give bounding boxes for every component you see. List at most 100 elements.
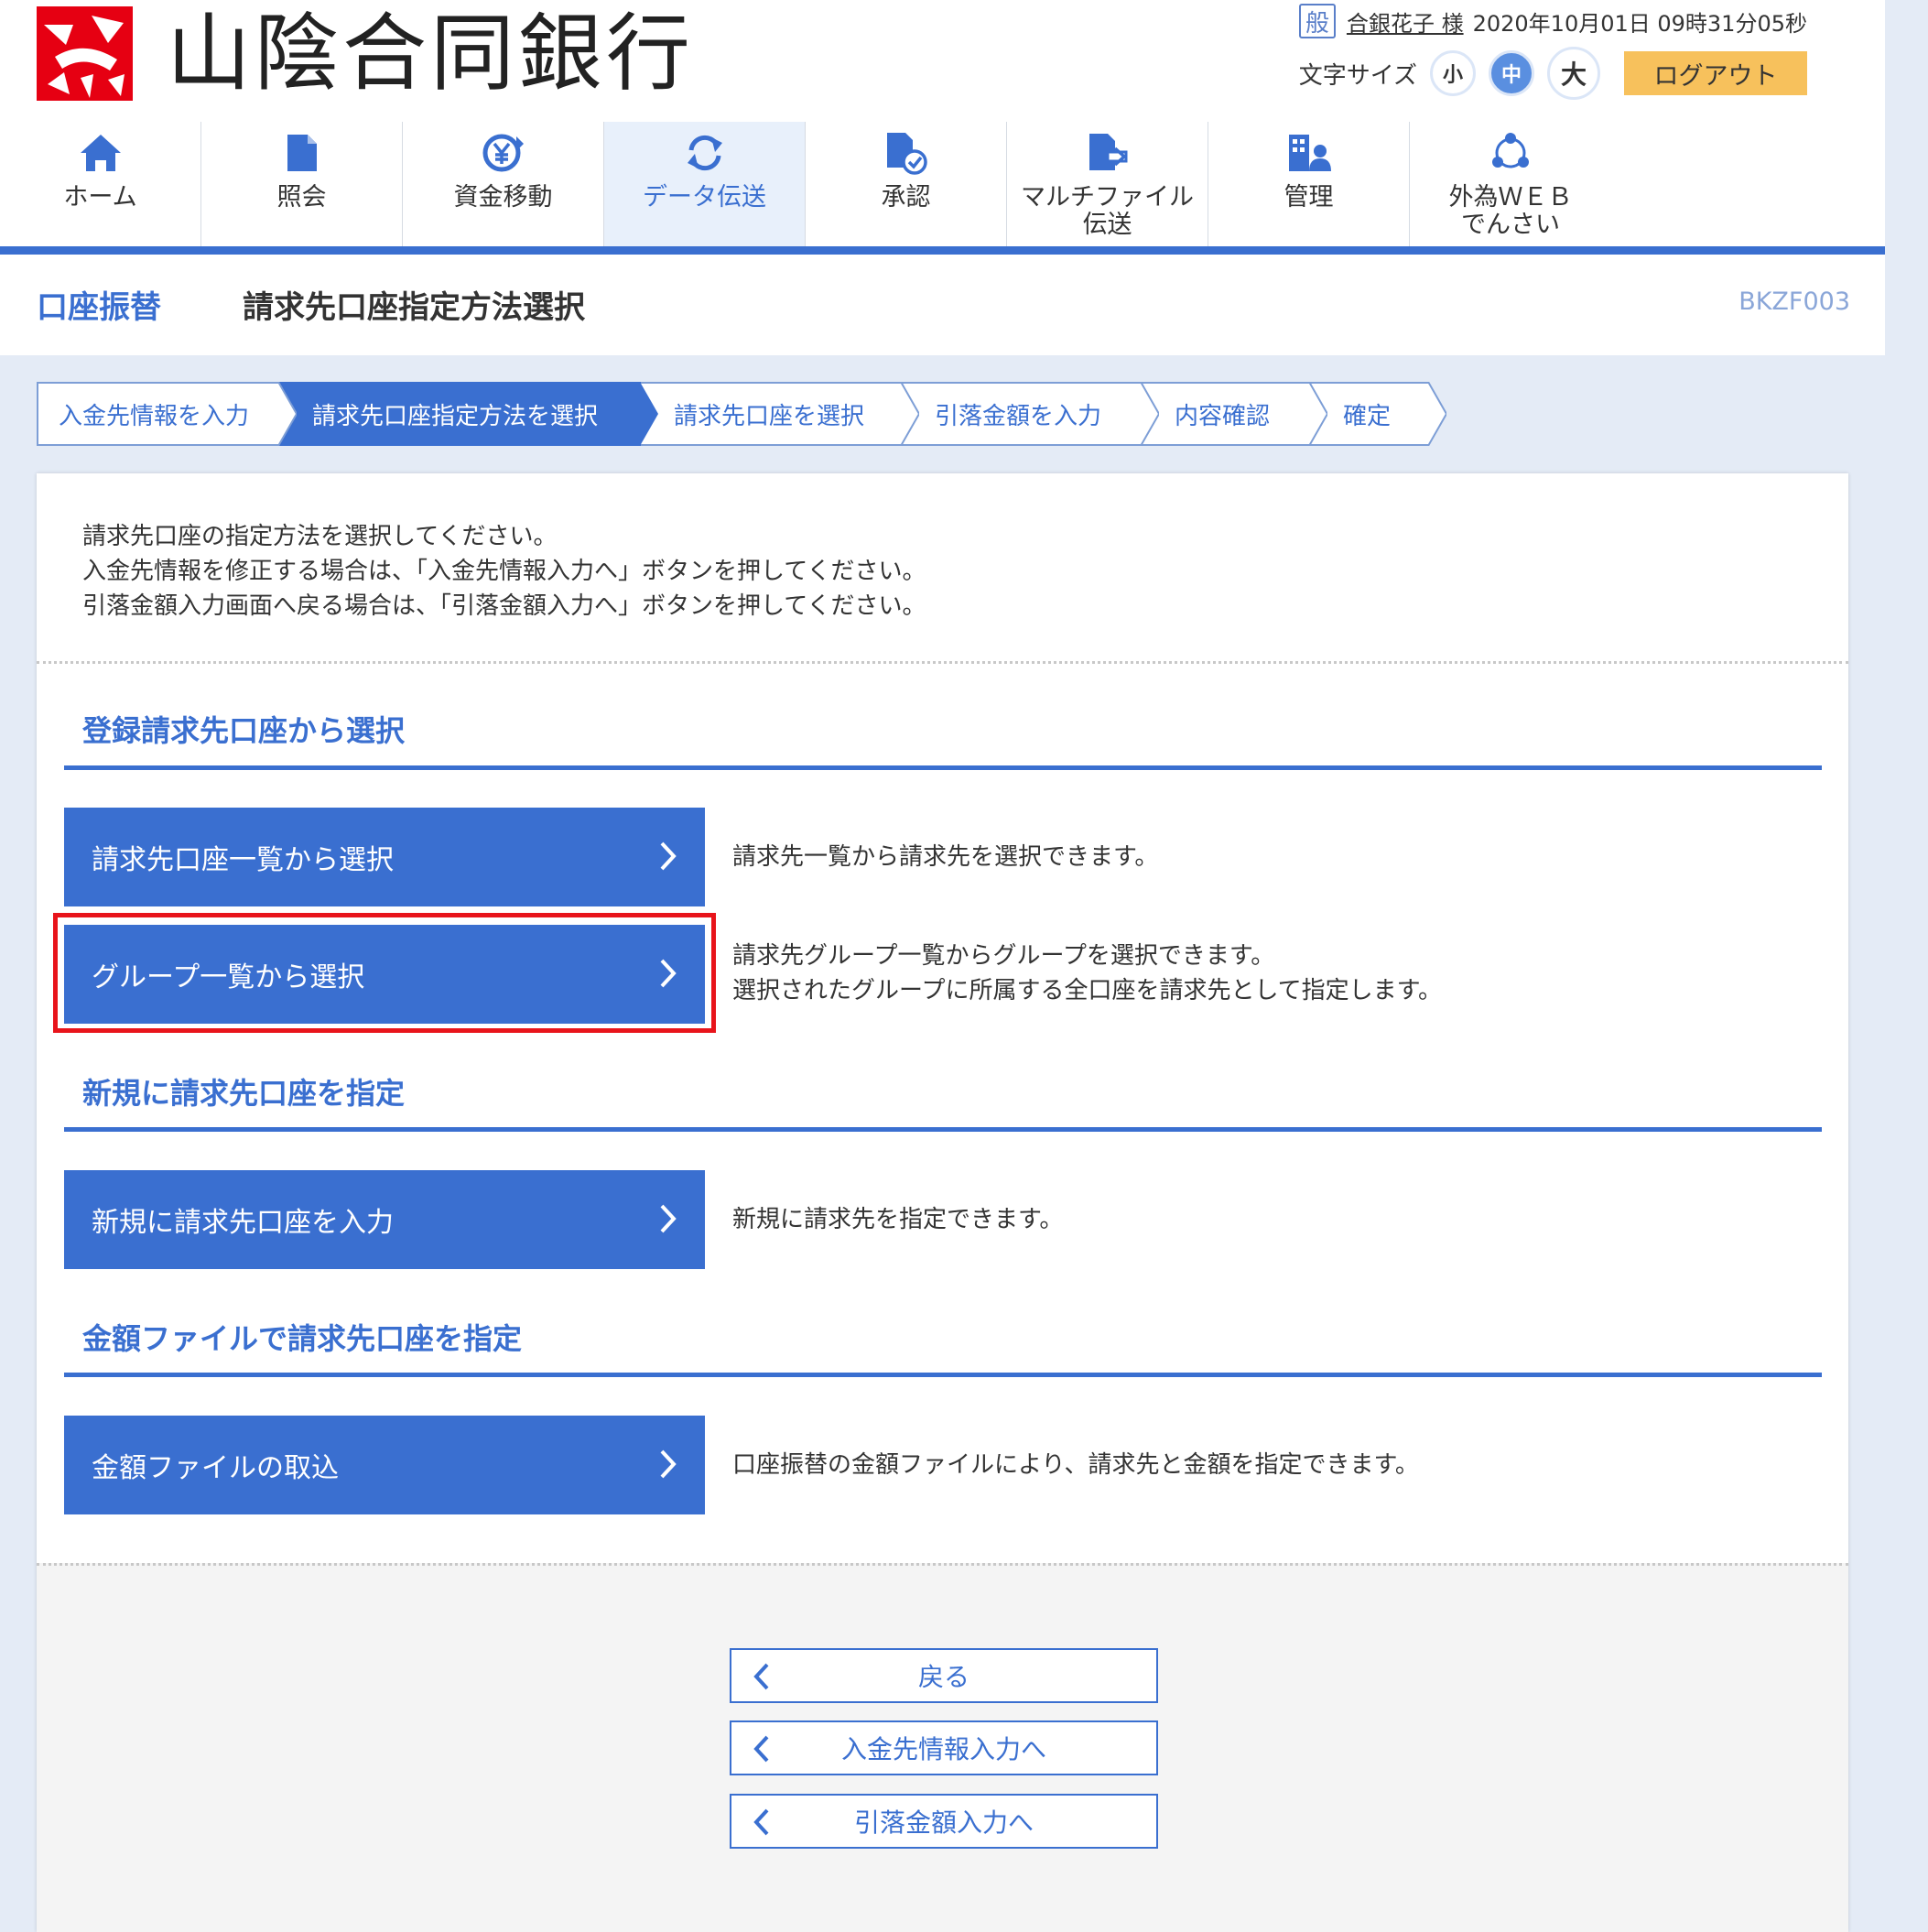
to-payee-info-button[interactable]: 入金先情報入力へ bbox=[730, 1720, 1158, 1775]
step-label: 内容確認 bbox=[1175, 402, 1271, 430]
step-label: 引落金額を入力 bbox=[935, 402, 1102, 430]
step-label: 請求先口座指定方法を選択 bbox=[312, 402, 599, 430]
scrollbar-track[interactable] bbox=[1885, 0, 1928, 1932]
nav-item-approval[interactable]: 承認 bbox=[806, 122, 1007, 246]
nav-label: 照会 bbox=[276, 183, 327, 212]
multi-file-icon bbox=[1088, 125, 1128, 180]
nav-underline bbox=[0, 246, 1885, 255]
nav-label: マルチファイル 伝送 bbox=[1021, 184, 1194, 239]
section-title-file: 金額ファイルで請求先口座を指定 bbox=[82, 1321, 523, 1356]
chevron-left-icon bbox=[753, 1735, 769, 1763]
step-arrow-icon bbox=[901, 382, 919, 446]
document-icon bbox=[286, 125, 319, 180]
step-3: 請求先口座を選択 bbox=[641, 382, 919, 446]
page-title: 請求先口座指定方法選択 bbox=[243, 289, 585, 326]
font-large-button[interactable]: 大 bbox=[1547, 47, 1600, 100]
chevron-left-icon bbox=[753, 1663, 769, 1690]
nav-item-fund-transfer[interactable]: 資金移動 bbox=[403, 122, 604, 246]
nav-item-admin[interactable]: 管理 bbox=[1208, 122, 1410, 246]
chevron-right-icon bbox=[660, 1204, 677, 1233]
title-bar: 口座振替 請求先口座指定方法選択 BKZF003 bbox=[0, 255, 1885, 355]
nav-label: データ伝送 bbox=[643, 183, 766, 212]
nav-label: 承認 bbox=[881, 183, 931, 212]
input-new-account-button[interactable]: 新規に請求先口座を入力 bbox=[64, 1170, 705, 1269]
logout-button[interactable]: ログアウト bbox=[1624, 51, 1807, 95]
option-description: 新規に請求先を指定できます。 bbox=[732, 1206, 1064, 1233]
step-indicator: 入金先情報を入力 請求先口座指定方法を選択 請求先口座を選択 引落金額を入力 内… bbox=[37, 382, 1446, 446]
step-arrow-icon bbox=[1141, 382, 1159, 446]
nav-label-line1: マルチファイル bbox=[1021, 183, 1194, 212]
bank-name: 山陰合同銀行 bbox=[167, 5, 695, 103]
divider bbox=[37, 661, 1848, 664]
nav-item-multi-file[interactable]: マルチファイル 伝送 bbox=[1007, 122, 1208, 246]
admin-icon bbox=[1287, 125, 1331, 180]
global-nav: ホーム 照会 資金移動 データ伝送 承認 マルチファイル 伝送 管理 外為ＷＥＢ… bbox=[0, 122, 1885, 246]
approve-document-icon bbox=[885, 125, 927, 180]
instructions: 請求先口座の指定方法を選択してください。 入金先情報を修正する場合は、「入金先情… bbox=[82, 519, 926, 624]
button-label: 新規に請求先口座を入力 bbox=[92, 1207, 394, 1239]
instruction-line: 入金先情報を修正する場合は、「入金先情報入力へ」ボタンを押してください。 bbox=[82, 558, 926, 585]
button-label: 金額ファイルの取込 bbox=[92, 1452, 339, 1484]
to-amount-input-button[interactable]: 引落金額入力へ bbox=[730, 1794, 1158, 1849]
screen-id: BKZF003 bbox=[1738, 288, 1850, 316]
header: 山陰合同銀行 般 合銀花子 様 2020年10月01日 09時31分05秒 文字… bbox=[0, 0, 1885, 122]
instruction-line: 請求先口座の指定方法を選択してください。 bbox=[82, 523, 558, 550]
button-label: 戻る bbox=[917, 1662, 969, 1692]
step-arrow-icon bbox=[640, 382, 658, 446]
chevron-left-icon bbox=[753, 1808, 769, 1836]
step-5: 内容確認 bbox=[1142, 382, 1327, 446]
button-label: 請求先口座一覧から選択 bbox=[92, 844, 394, 876]
nav-label-line2: 伝送 bbox=[1082, 211, 1132, 239]
nav-label: ホーム bbox=[63, 183, 137, 212]
user-name-link[interactable]: 合銀花子 様 bbox=[1347, 5, 1464, 38]
nav-label-line2: でんさい bbox=[1461, 211, 1560, 239]
network-icon bbox=[1490, 125, 1531, 180]
button-label: 入金先情報入力へ bbox=[840, 1734, 1046, 1764]
section-underline bbox=[64, 1127, 1822, 1132]
step-1: 入金先情報を入力 bbox=[37, 382, 297, 446]
divider bbox=[37, 1563, 1848, 1566]
instruction-line: 引落金額入力画面へ戻る場合は、「引落金額入力へ」ボタンを押してください。 bbox=[82, 592, 926, 620]
step-label: 確定 bbox=[1343, 402, 1392, 430]
nav-label: 管理 bbox=[1284, 183, 1334, 212]
footer-area: 戻る 入金先情報入力へ 引落金額入力へ bbox=[37, 1563, 1848, 1932]
option-description: 口座振替の金額ファイルにより、請求先と金額を指定できます。 bbox=[732, 1451, 1419, 1479]
select-from-group-list-button[interactable]: グループ一覧から選択 bbox=[64, 925, 705, 1024]
nav-item-data-transmission[interactable]: データ伝送 bbox=[604, 122, 806, 246]
nav-item-inquiry[interactable]: 照会 bbox=[201, 122, 403, 246]
font-small-button[interactable]: 小 bbox=[1430, 50, 1476, 96]
step-2-current: 請求先口座指定方法を選択 bbox=[279, 382, 658, 446]
option-description: 請求先一覧から請求先を選択できます。 bbox=[732, 843, 1159, 871]
step-4: 引落金額を入力 bbox=[902, 382, 1159, 446]
back-button[interactable]: 戻る bbox=[730, 1648, 1158, 1703]
user-info: 般 合銀花子 様 2020年10月01日 09時31分05秒 bbox=[1298, 4, 1807, 38]
step-label: 請求先口座を選択 bbox=[674, 402, 865, 430]
section-underline bbox=[64, 765, 1822, 770]
section-title-new: 新規に請求先口座を指定 bbox=[82, 1076, 406, 1111]
nav-item-home[interactable]: ホーム bbox=[0, 122, 201, 246]
main-card: 請求先口座の指定方法を選択してください。 入金先情報を修正する場合は、「入金先情… bbox=[37, 473, 1848, 1932]
option-description: 請求先グループ一覧からグループを選択できます。 選択されたグループに所属する全口… bbox=[732, 939, 1442, 1008]
chevron-right-icon bbox=[660, 959, 677, 988]
nav-item-forex-densai[interactable]: 外為ＷＥＢ でんさい bbox=[1410, 122, 1611, 246]
yen-transfer-icon bbox=[482, 125, 525, 180]
nav-label-line1: 外為ＷＥＢ bbox=[1448, 183, 1573, 212]
page-category: 口座振替 bbox=[37, 289, 161, 326]
select-from-account-list-button[interactable]: 請求先口座一覧から選択 bbox=[64, 808, 705, 906]
section-underline bbox=[64, 1373, 1822, 1377]
step-arrow-icon bbox=[1309, 382, 1327, 446]
step-arrow-icon bbox=[1428, 382, 1446, 446]
font-size-controls: 文字サイズ 小 中 大 ログアウト bbox=[1298, 47, 1807, 100]
description-line: 選択されたグループに所属する全口座を請求先として指定します。 bbox=[732, 977, 1443, 1004]
button-label: グループ一覧から選択 bbox=[92, 961, 365, 993]
chevron-right-icon bbox=[660, 841, 677, 871]
step-6: 確定 bbox=[1310, 382, 1446, 446]
nav-label: 資金移動 bbox=[453, 183, 553, 212]
home-icon bbox=[79, 125, 123, 180]
font-size-label: 文字サイズ bbox=[1298, 61, 1417, 90]
user-type-badge: 般 bbox=[1298, 4, 1336, 38]
step-label: 入金先情報を入力 bbox=[59, 402, 250, 430]
import-amount-file-button[interactable]: 金額ファイルの取込 bbox=[64, 1416, 705, 1514]
font-medium-button[interactable]: 中 bbox=[1489, 50, 1534, 96]
description-line: 請求先グループ一覧からグループを選択できます。 bbox=[732, 942, 1275, 970]
